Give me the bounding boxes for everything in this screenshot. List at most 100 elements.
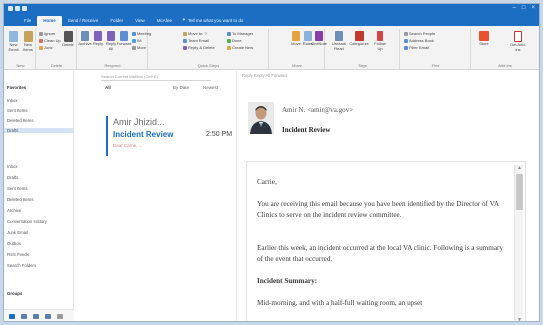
tab-home[interactable]: Home bbox=[37, 16, 62, 26]
body-greeting: Carrie, bbox=[257, 178, 277, 186]
move-button[interactable]: Move bbox=[290, 31, 302, 47]
calendar-icon[interactable] bbox=[21, 314, 27, 319]
body-incident-summary-heading: Incident Summary: bbox=[257, 277, 318, 285]
minimize-icon[interactable]: – bbox=[513, 5, 516, 11]
message-preview: Dear Carrie, ... bbox=[113, 143, 143, 148]
ignore-icon bbox=[39, 31, 43, 36]
filter-email-button[interactable]: Filter Email bbox=[404, 45, 429, 50]
favorite-deleted-items[interactable]: Deleted Items bbox=[7, 118, 34, 123]
filter-icon bbox=[404, 45, 408, 50]
send-receive-icon[interactable] bbox=[22, 6, 27, 11]
store-icon bbox=[479, 31, 489, 41]
scroll-down-icon[interactable]: ▼ bbox=[516, 317, 523, 321]
ribbon-group-new: New Email New Items New bbox=[6, 29, 36, 69]
favorites-header[interactable]: Favorites bbox=[7, 85, 26, 90]
forward-icon bbox=[120, 31, 128, 41]
folder-archive[interactable]: Archive bbox=[7, 208, 21, 213]
person-photo-icon bbox=[248, 102, 274, 134]
new-email-button[interactable]: New Email bbox=[7, 31, 20, 52]
more-respond-button[interactable]: More bbox=[132, 45, 146, 50]
folder-junk-email[interactable]: Junk Email bbox=[7, 230, 28, 235]
reading-vertical-scrollbar[interactable]: ▲ ▼ bbox=[514, 165, 523, 321]
junk-button[interactable]: Junk bbox=[39, 45, 52, 50]
folder-outbox[interactable]: Outbox bbox=[7, 241, 21, 246]
group-label-move: Move bbox=[292, 63, 302, 68]
undo-icon[interactable] bbox=[15, 6, 20, 11]
tab-mcafee[interactable]: McAfee bbox=[151, 16, 178, 26]
tasks-icon[interactable] bbox=[45, 314, 51, 319]
folder-pane: Favorites Inbox Sent Items Deleted Items… bbox=[4, 71, 74, 321]
sort-newest[interactable]: Newest bbox=[203, 85, 218, 90]
get-addins-button[interactable]: Get Add-ins bbox=[508, 31, 528, 52]
reply-icon bbox=[94, 31, 102, 41]
im-button[interactable]: IM bbox=[132, 38, 141, 43]
tab-send-receive[interactable]: Send / Receive bbox=[62, 16, 105, 26]
folder-search-folders[interactable]: Search Folders bbox=[7, 263, 36, 268]
folder-rss-feeds[interactable]: RSS Feeds bbox=[7, 252, 29, 257]
ignore-button[interactable]: Ignore bbox=[39, 31, 55, 36]
groups-header[interactable]: Groups bbox=[7, 291, 22, 296]
sort-by-date[interactable]: By Date bbox=[173, 85, 189, 90]
scroll-up-icon[interactable]: ▲ bbox=[516, 165, 523, 171]
quick-step-create-new[interactable]: Create New bbox=[227, 45, 253, 50]
favorite-inbox[interactable]: Inbox bbox=[7, 98, 18, 103]
quick-step-to-manager[interactable]: To Manager bbox=[227, 31, 253, 36]
save-icon[interactable] bbox=[8, 6, 13, 11]
delete-button[interactable]: Delete bbox=[61, 31, 75, 48]
archive-button[interactable]: Archive bbox=[78, 31, 92, 47]
scroll-thumb[interactable] bbox=[516, 174, 523, 210]
people-icon[interactable] bbox=[33, 314, 39, 319]
close-icon[interactable]: × bbox=[531, 5, 535, 11]
folder-arrow-icon bbox=[183, 31, 187, 36]
to-manager-icon bbox=[227, 31, 231, 36]
folder-deleted-items[interactable]: Deleted Items bbox=[7, 197, 34, 202]
reply-all-icon bbox=[107, 31, 115, 41]
forward-button[interactable]: Forward bbox=[117, 31, 131, 47]
reply-actions-bar[interactable]: Reply Reply All Forward bbox=[242, 73, 287, 78]
im-icon bbox=[132, 38, 136, 43]
address-book-icon bbox=[404, 38, 408, 43]
mail-icon[interactable] bbox=[9, 314, 15, 319]
message-body: Carrie, You are receiving this email bec… bbox=[246, 161, 526, 321]
folder-inbox[interactable]: Inbox bbox=[7, 164, 18, 169]
favorite-drafts[interactable]: Drafts bbox=[4, 128, 73, 133]
categorize-button[interactable]: Categorize bbox=[349, 31, 369, 47]
more-modules-icon[interactable] bbox=[57, 314, 63, 319]
body-paragraph-2: Earlier this week, an incident occurred … bbox=[257, 244, 504, 263]
ribbon-group-find: Search People Address Book Filter Email … bbox=[401, 29, 471, 69]
favorite-sent-items[interactable]: Sent Items bbox=[7, 108, 28, 113]
folder-sent-items[interactable]: Sent Items bbox=[7, 186, 28, 191]
maximize-icon[interactable]: □ bbox=[522, 5, 526, 11]
unread-read-button[interactable]: Unread/ Read bbox=[332, 31, 346, 51]
group-label-tags: Tags bbox=[358, 63, 367, 68]
filter-all[interactable]: All bbox=[105, 85, 111, 90]
quick-step-reply-delete[interactable]: Reply & Delete bbox=[183, 45, 215, 50]
tab-view[interactable]: View bbox=[129, 16, 151, 26]
quick-step-team-email[interactable]: Team Email bbox=[183, 38, 209, 43]
reply-button[interactable]: Reply bbox=[92, 31, 104, 47]
move-folder-icon bbox=[292, 31, 300, 41]
ribbon-group-delete: Ignore Clean Up Junk Delete Delete bbox=[37, 29, 77, 69]
clean-up-button[interactable]: Clean Up bbox=[39, 38, 61, 43]
search-icon bbox=[404, 31, 408, 36]
tab-folder[interactable]: Folder bbox=[104, 16, 129, 26]
address-book-button[interactable]: Address Book bbox=[404, 38, 434, 43]
folder-drafts[interactable]: Drafts bbox=[7, 175, 18, 180]
follow-up-button[interactable]: Follow Up bbox=[372, 31, 388, 51]
message-list-item[interactable]: Amir Jhizid... Incident Review 2:50 PM D… bbox=[106, 116, 236, 156]
new-items-button[interactable]: New Items bbox=[21, 31, 35, 52]
reply-all-button[interactable]: Reply All bbox=[105, 31, 117, 51]
search-people-box[interactable]: Search People bbox=[404, 31, 435, 36]
store-button[interactable]: Store bbox=[476, 31, 492, 47]
onenote-button[interactable]: OneNote bbox=[311, 31, 327, 47]
folder-conversation-history[interactable]: Conversation History bbox=[7, 219, 47, 224]
ribbon-group-move: Move Rules OneNote Move bbox=[270, 29, 327, 69]
group-label-new: New bbox=[16, 63, 25, 68]
quick-step-done[interactable]: Done bbox=[227, 38, 242, 43]
quick-step-move-to[interactable]: Move to: ? bbox=[183, 31, 207, 36]
tab-file[interactable]: File bbox=[18, 16, 37, 26]
mailbox-search-input[interactable]: Search Current Mailbox (Ctrl+E) bbox=[101, 74, 211, 81]
group-label-addins: Add-ins bbox=[498, 63, 512, 68]
tell-me-box[interactable]: ✦ Tell me what you want to do bbox=[182, 17, 243, 26]
flag-icon bbox=[377, 31, 383, 41]
